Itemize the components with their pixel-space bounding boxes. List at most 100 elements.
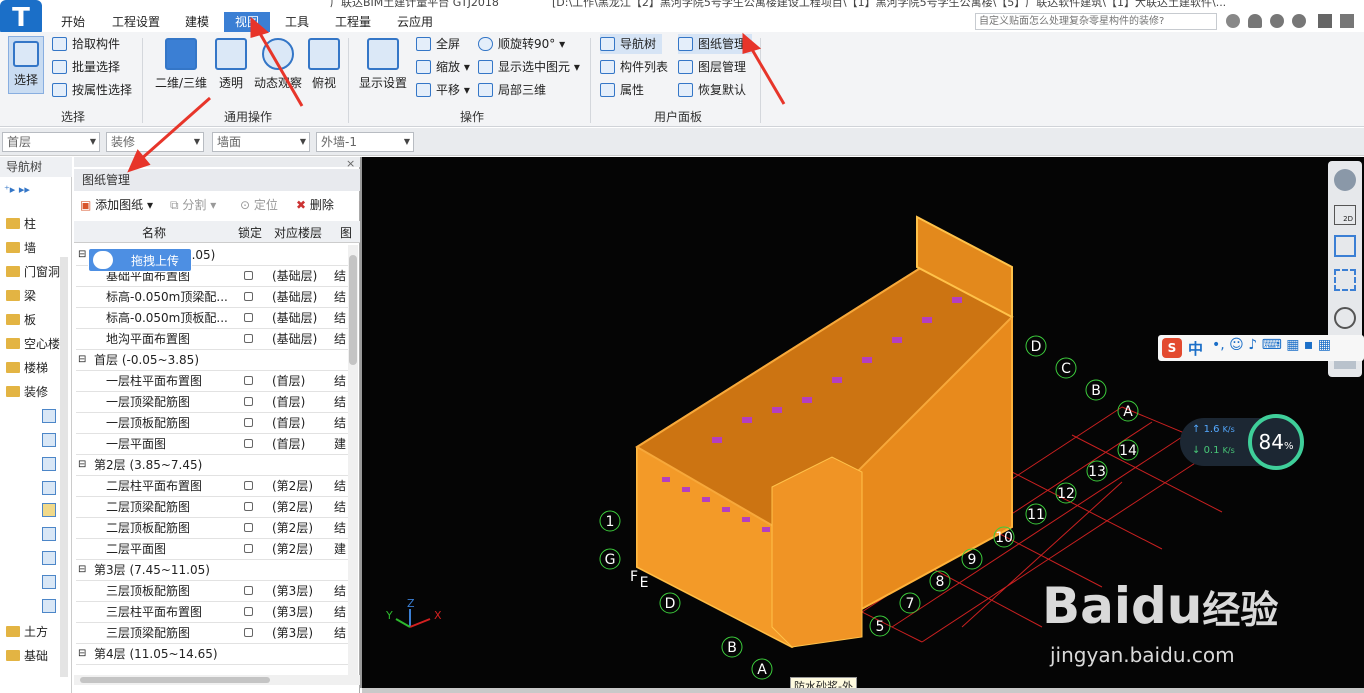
component-select[interactable]: 外墙-1 ▼ [316,132,414,152]
lock-icon[interactable] [244,308,253,328]
lock-icon[interactable] [244,434,253,454]
table-row[interactable]: 一层顶梁配筋图 (首层) 结 [76,392,348,413]
collapse-icon[interactable]: ⊟ [78,350,86,370]
local-3d-button[interactable]: 局部三维 [478,80,546,100]
refresh-icon[interactable] [1334,307,1356,329]
add-drawing-button[interactable]: ▣ 添加图纸 ▾ [80,196,153,213]
table-row[interactable]: 一层平面图 (首层) 建 [76,434,348,455]
table-row[interactable]: 二层顶板配筋图 (第2层) 结 [76,518,348,539]
h-scroll-thumb[interactable] [80,677,270,683]
nav-scrollbar[interactable] [60,257,68,677]
app-logo[interactable]: T [0,0,42,36]
wall-skirt-icon[interactable] [42,457,56,471]
ime-mode[interactable]: 中 [1188,338,1203,359]
lock-icon[interactable] [244,371,253,391]
table-row[interactable]: 二层柱平面布置图 (第2层) 结 [76,476,348,497]
nav-item-door-window[interactable]: 门窗洞 [6,261,60,283]
tab-view[interactable]: 视图 [224,12,270,32]
collapse-icon[interactable]: ⊟ [78,245,86,265]
nav-item-foundation[interactable]: 基础 [6,645,48,667]
orbit-button[interactable]: 动态观察 [252,38,304,91]
zoom-button[interactable]: 缩放 ▾ [416,57,470,77]
user-icon[interactable] [1226,14,1240,28]
lock-icon[interactable] [244,392,253,412]
nav-item-slab[interactable]: 板 [6,309,36,331]
sogou-icon[interactable]: S [1162,338,1182,358]
shirt-icon[interactable] [1318,14,1332,28]
single-finish-icon[interactable] [42,599,56,613]
lock-icon[interactable] [244,602,253,622]
drawing-manage-button[interactable]: 图纸管理 [678,34,753,54]
search-input[interactable] [975,13,1217,30]
wall-finish-icon[interactable] [42,481,56,495]
drag-upload-button[interactable]: 拖拽上传 [88,248,192,272]
category-select[interactable]: 装修 ▼ [106,132,204,152]
select-button[interactable]: 选择 [8,36,44,94]
nav-tree-button[interactable]: 导航树 [600,34,663,54]
lock-icon[interactable] [244,539,253,559]
restore-default-button[interactable]: 恢复默认 [678,80,746,100]
tab-start[interactable]: 开始 [52,12,94,32]
col-name[interactable]: 名称 [142,224,166,241]
tab-quantity[interactable]: 工程量 [326,12,380,32]
nav-item-column[interactable]: 柱 [6,213,36,235]
locate-button[interactable]: ⊙ 定位 [240,196,278,213]
col-floor[interactable]: 对应楼层 [274,224,322,241]
floor-finish-icon[interactable] [42,409,56,423]
gear-icon[interactable] [1292,14,1306,28]
tab-tools[interactable]: 工具 [276,12,318,32]
region-select-icon[interactable] [1334,269,1356,291]
top-view-button[interactable]: 俯视 [308,38,340,91]
table-row[interactable]: 一层顶板配筋图 (首层) 结 [76,413,348,434]
suspended-ceiling-icon[interactable] [42,551,56,565]
tab-cloud[interactable]: 云应用 [388,12,442,32]
collapse-icon[interactable]: ⊟ [78,644,86,664]
floor-group-row[interactable]: ⊟ 首层 (-0.05~3.85) [76,350,348,371]
table-row[interactable]: 标高-0.050m顶板配... (基础层) 结 [76,308,348,329]
2d-3d-button[interactable]: 二维/三维 [152,38,210,91]
ime-icons[interactable]: •, ☺ ♪ ⌨ ▦ ▪ ▦ [1212,337,1331,353]
collapse-icon[interactable]: ⊟ [78,560,86,580]
transparent-button[interactable]: 透明 [214,38,248,91]
pick-component-button[interactable]: 拾取构件 [52,34,120,54]
layer-manage-button[interactable]: 图层管理 [678,57,746,77]
lock-icon[interactable] [244,413,253,433]
nav-item-earthwork[interactable]: 土方 [6,621,48,643]
lock-icon[interactable] [244,623,253,643]
tab-modeling[interactable]: 建模 [176,12,218,32]
col-type[interactable]: 图 [340,224,352,241]
collapse-icon[interactable]: ⊟ [78,455,86,475]
table-row[interactable]: 一层柱平面布置图 (首层) 结 [76,371,348,392]
delete-button[interactable]: ✖ 删除 [296,196,334,213]
globe-icon[interactable] [1334,169,1356,191]
column-finish-icon[interactable] [42,575,56,589]
lock-icon[interactable] [244,476,253,496]
table-row[interactable]: 三层顶梁配筋图 (第3层) 结 [76,623,348,644]
lock-icon[interactable] [244,266,253,286]
help-icon[interactable] [1270,14,1284,28]
lock-icon[interactable] [244,287,253,307]
display-settings-button[interactable]: 显示设置 [356,38,410,91]
floor-group-row[interactable]: ⊟ 第2层 (3.85~7.45) [76,455,348,476]
bell-icon[interactable] [1248,14,1262,28]
table-row[interactable]: 三层顶板配筋图 (第3层) 结 [76,581,348,602]
show-selected-button[interactable]: 显示选中图元 ▾ [478,57,580,77]
scroll-thumb[interactable] [349,255,357,365]
nav-item-wall[interactable]: 墙 [6,237,36,259]
lock-icon[interactable] [244,581,253,601]
lock-icon[interactable] [244,329,253,349]
batch-select-button[interactable]: 批量选择 [52,57,120,77]
nav-item-stairs[interactable]: 楼梯 [6,357,48,379]
lock-icon[interactable] [244,518,253,538]
grid-icon[interactable] [1340,14,1354,28]
select-by-attr-button[interactable]: 按属性选择 [52,80,132,100]
table-row[interactable]: 三层柱平面布置图 (第3层) 结 [76,602,348,623]
tab-project-settings[interactable]: 工程设置 [104,12,168,32]
table-row[interactable]: 二层顶梁配筋图 (第2层) 结 [76,497,348,518]
rotate-90-button[interactable]: 顺旋转90° ▾ [478,34,565,54]
subcategory-select[interactable]: 墙面 ▼ [212,132,310,152]
nav-item-decoration[interactable]: 装修 [6,381,48,403]
table-row[interactable]: 标高-0.050m顶梁配... (基础层) 结 [76,287,348,308]
wall-surface-icon[interactable] [42,503,56,517]
floor-group-row[interactable]: ⊟ 第4层 (11.05~14.65) [76,644,348,665]
